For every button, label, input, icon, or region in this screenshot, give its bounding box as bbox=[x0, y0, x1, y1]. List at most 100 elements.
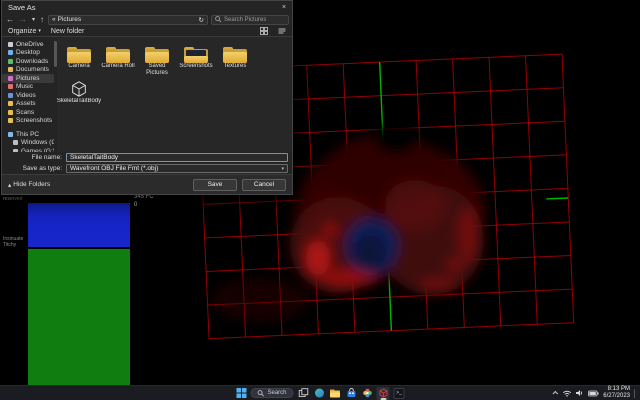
computer-icon bbox=[8, 132, 13, 137]
documents-icon bbox=[8, 67, 13, 72]
sidebar-item-label: This PC bbox=[16, 131, 39, 138]
back-icon[interactable]: ← bbox=[5, 15, 15, 25]
sidebar-item-label: Desktop bbox=[16, 49, 40, 56]
sidebar-scrollbar[interactable] bbox=[54, 37, 57, 152]
sidebar-item-pictures[interactable]: Pictures bbox=[2, 74, 54, 83]
onedrive-cloud-icon bbox=[8, 42, 13, 47]
sidebar-item-videos[interactable]: Videos bbox=[2, 91, 54, 100]
file-label: Screenshots bbox=[179, 63, 212, 70]
clock-date: 6/27/2023 bbox=[603, 393, 630, 400]
details-pane-icon[interactable] bbox=[278, 27, 286, 35]
new-folder-label: New folder bbox=[51, 28, 84, 35]
taskbar-search[interactable]: Search bbox=[250, 388, 293, 398]
history-caret-icon[interactable]: ▾ bbox=[31, 15, 36, 25]
file-item-3d-object[interactable]: SkeletalTaitBody bbox=[60, 77, 98, 105]
edge-button[interactable] bbox=[313, 387, 326, 400]
sidebar-item-desktop[interactable]: Desktop bbox=[2, 49, 54, 58]
dialog-sidebar: OneDrive Desktop Downloads Documents Pic… bbox=[2, 37, 54, 152]
sidebar-item-onedrive[interactable]: OneDrive bbox=[2, 40, 54, 49]
organize-button[interactable]: Organize ▾ bbox=[8, 28, 41, 35]
file-item-saved-pictures[interactable]: Saved Pictures bbox=[138, 42, 176, 76]
search-input[interactable]: Search Pictures bbox=[211, 15, 289, 25]
sidebar-item-documents[interactable]: Documents bbox=[2, 66, 54, 75]
terminal-icon: >_ bbox=[394, 388, 405, 399]
folder-icon bbox=[67, 47, 91, 63]
drive-icon bbox=[13, 140, 18, 145]
folder-icon bbox=[184, 47, 208, 63]
sidebar-item-screenshots[interactable]: Screenshots bbox=[2, 117, 54, 126]
view-toggle-icon[interactable] bbox=[260, 27, 268, 35]
videos-icon bbox=[8, 93, 13, 98]
clock-time: 8:13 PM bbox=[608, 386, 630, 393]
save-button[interactable]: Save bbox=[193, 179, 237, 191]
file-item-camera-roll[interactable]: Camera Roll bbox=[99, 42, 137, 76]
hidden-icons-chevron-icon[interactable] bbox=[553, 391, 559, 397]
sidebar-item-this-pc[interactable]: This PC bbox=[2, 130, 54, 139]
savetype-label: Save as type: bbox=[6, 165, 62, 172]
preview-panel-blue bbox=[28, 203, 130, 247]
photos-icon bbox=[362, 388, 372, 398]
sidebar-item-windows-c[interactable]: Windows (C:) bbox=[2, 139, 54, 148]
dialog-footer: ▴ Hide Folders Save Cancel bbox=[2, 174, 292, 194]
system-tray: 8:13 PM 6/27/2023 bbox=[554, 386, 640, 400]
scrollbar-thumb[interactable] bbox=[54, 41, 57, 67]
savetype-dropdown[interactable]: Wavefront OBJ File Fmt (*.obj) ▾ bbox=[66, 164, 288, 173]
volume-icon[interactable] bbox=[576, 389, 584, 397]
file-item-camera[interactable]: Camera bbox=[60, 42, 98, 76]
taskbar-clock[interactable]: 8:13 PM 6/27/2023 bbox=[603, 386, 630, 400]
folder-icon bbox=[8, 101, 13, 106]
downloads-icon bbox=[8, 59, 13, 64]
dialog-titlebar[interactable]: Save As × bbox=[2, 1, 292, 13]
savetype-value: Wavefront OBJ File Fmt (*.obj) bbox=[70, 165, 158, 172]
file-label: Camera bbox=[68, 63, 89, 70]
file-item-screenshots[interactable]: Screenshots bbox=[177, 42, 215, 76]
task-view-button[interactable] bbox=[297, 387, 310, 400]
breadcrumb[interactable]: « Pictures ↻ bbox=[48, 15, 208, 25]
secondary-stat: 0 bbox=[134, 201, 154, 209]
taskbar-center: Search bbox=[234, 386, 405, 400]
photos-button[interactable] bbox=[361, 387, 374, 400]
sidebar-item-scans[interactable]: Scans bbox=[2, 108, 54, 117]
hide-folders-button[interactable]: ▴ Hide Folders bbox=[8, 181, 50, 189]
file-label: Textures bbox=[224, 63, 247, 70]
file-item-textures[interactable]: Textures bbox=[216, 42, 254, 76]
filename-input[interactable] bbox=[66, 153, 288, 162]
music-icon bbox=[8, 84, 13, 89]
filename-rows: File name: Save as type: Wavefront OBJ F… bbox=[2, 152, 292, 174]
dialog-title: Save As bbox=[8, 3, 36, 12]
navigation-bar: ← → ▾ ↑ « Pictures ↻ Search Pictures bbox=[2, 13, 292, 26]
close-icon[interactable]: × bbox=[276, 1, 292, 13]
sidebar-item-downloads[interactable]: Downloads bbox=[2, 57, 54, 66]
start-button[interactable] bbox=[234, 387, 247, 400]
folder-icon bbox=[223, 47, 247, 63]
refresh-icon[interactable]: ↻ bbox=[199, 16, 204, 24]
up-icon[interactable]: ↑ bbox=[39, 15, 45, 25]
store-icon bbox=[346, 388, 356, 398]
wifi-icon[interactable] bbox=[562, 389, 572, 397]
folder-icon bbox=[8, 118, 13, 123]
windows-logo-icon bbox=[236, 388, 246, 398]
folder-icon bbox=[106, 47, 130, 63]
new-folder-button[interactable]: New folder bbox=[51, 28, 84, 35]
store-button[interactable] bbox=[345, 387, 358, 400]
terminal-button[interactable]: >_ bbox=[393, 387, 406, 400]
save-as-dialog: Save As × ← → ▾ ↑ « Pictures ↻ Search Pi… bbox=[1, 0, 293, 195]
scan-app-button[interactable] bbox=[377, 387, 390, 400]
desktop: 345 FC 0 reserved Insinuate Titchy Save … bbox=[0, 0, 640, 400]
breadcrumb-prefix-icon[interactable]: « bbox=[52, 16, 56, 23]
sidebar-item-assets[interactable]: Assets bbox=[2, 100, 54, 109]
forward-icon[interactable]: → bbox=[18, 15, 28, 25]
dialog-body: OneDrive Desktop Downloads Documents Pic… bbox=[2, 37, 292, 152]
file-explorer-button[interactable] bbox=[329, 387, 342, 400]
preview-panel-green bbox=[28, 249, 130, 387]
sidebar-item-label: Assets bbox=[16, 100, 36, 107]
desktop-icon bbox=[8, 50, 13, 55]
sidebar-item-music[interactable]: Music bbox=[2, 83, 54, 92]
search-icon bbox=[257, 390, 264, 397]
chevron-down-icon: ▾ bbox=[281, 166, 284, 172]
battery-icon[interactable] bbox=[588, 390, 599, 397]
pictures-icon bbox=[8, 76, 13, 81]
breadcrumb-location[interactable]: Pictures bbox=[58, 16, 81, 23]
cancel-button[interactable]: Cancel bbox=[242, 179, 286, 191]
show-desktop-button[interactable] bbox=[634, 389, 636, 398]
